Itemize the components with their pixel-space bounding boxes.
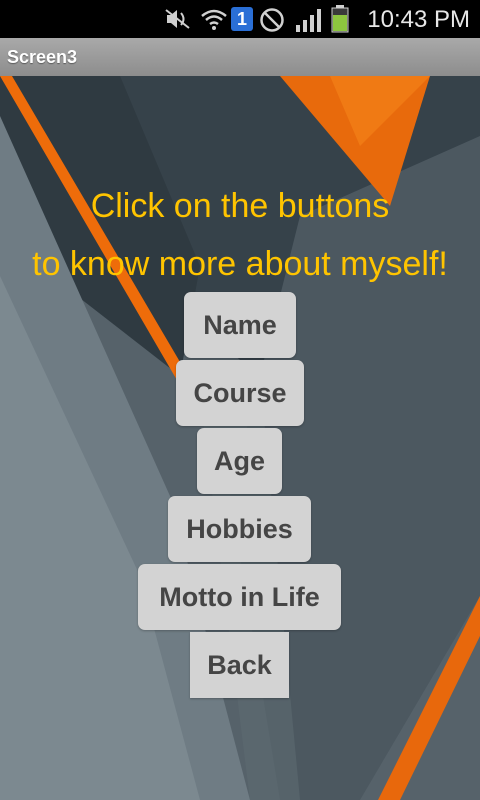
heading-line-2: to know more about myself! (32, 245, 448, 283)
name-button[interactable]: Name (184, 292, 296, 358)
course-button[interactable]: Course (176, 360, 304, 426)
wifi-icon (201, 9, 227, 30)
notification-badge-icon: 1 (231, 7, 253, 31)
motto-in-life-button[interactable]: Motto in Life (138, 564, 341, 630)
muted-icon (165, 9, 190, 29)
signal-icon (296, 9, 321, 32)
notification-badge-count: 1 (236, 9, 247, 29)
heading-line-1: Click on the buttons (90, 187, 390, 225)
status-bar: 1 10:43 PM (0, 0, 480, 38)
clock: 10:43 PM (367, 6, 470, 33)
blocked-icon (260, 8, 284, 32)
hobbies-button[interactable]: Hobbies (168, 496, 311, 562)
age-button[interactable]: Age (197, 428, 282, 494)
title-bar: Screen3 (0, 38, 480, 77)
battery-icon (331, 5, 349, 33)
screen-content: Click on the buttons to know more about … (0, 76, 480, 800)
screen-title: Screen3 (7, 47, 78, 67)
back-button[interactable]: Back (190, 632, 289, 698)
